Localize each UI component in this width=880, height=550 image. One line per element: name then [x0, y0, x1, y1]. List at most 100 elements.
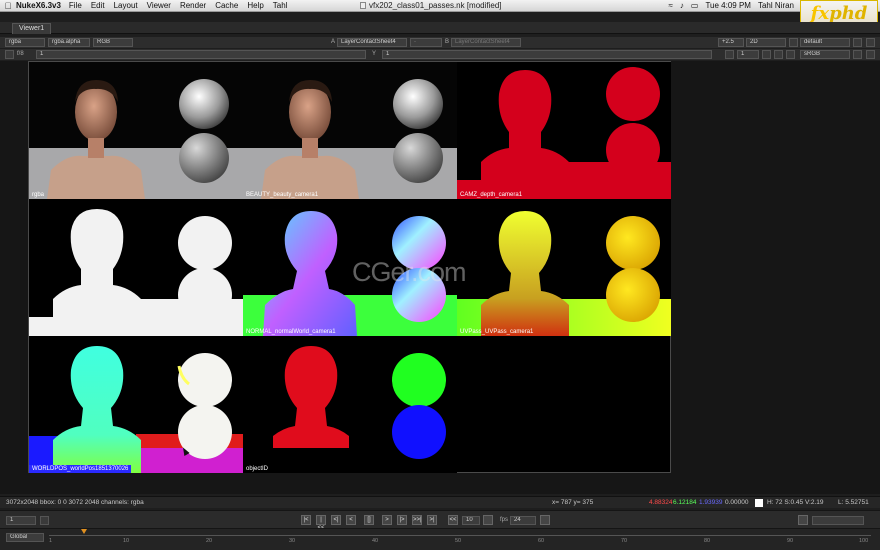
last-frame-button[interactable]: >|: [427, 515, 437, 525]
thumbnail-rgba: rgba: [29, 62, 243, 199]
thumbnail-caption: CAMZ_depth_camera1: [460, 192, 523, 198]
tab-viewer1[interactable]: Viewer1: [12, 23, 52, 34]
thumbnail-caption: rgba: [32, 192, 45, 198]
menu-edit[interactable]: Edit: [91, 1, 105, 10]
format-info: 3072x2048 bbox: 0 0 3072 2048 channels: …: [6, 499, 144, 506]
play-forward-button[interactable]: >: [382, 515, 392, 525]
timeline-scope-field[interactable]: [812, 516, 864, 525]
lock-icon[interactable]: [866, 50, 875, 59]
tick-label: 70: [621, 538, 628, 544]
settings-icon[interactable]: [866, 38, 875, 47]
input-a-dropdown[interactable]: LayerContactSheet4: [337, 38, 407, 47]
wifi-icon[interactable]: ≈: [669, 1, 673, 10]
blue-value: 1.93939: [699, 499, 723, 506]
lock-icon[interactable]: [40, 516, 49, 525]
hsv-value: H: 72 S:0.45 V:2.19: [767, 499, 824, 506]
menu-viewer[interactable]: Viewer: [147, 1, 171, 10]
timeline[interactable]: Global 1 10 20 30 40 50 60 70 80 90 100: [0, 528, 880, 550]
menu-bar:  NukeX6.3v3 File Edit Layout Viewer Ren…: [0, 0, 880, 12]
luminance-value: L: 5.52751: [838, 499, 869, 506]
thumbnail-uvpass: UVPass_UVPass_camera1: [457, 199, 671, 336]
play-backward-button[interactable]: <: [346, 515, 356, 525]
fps-field[interactable]: 24: [510, 516, 536, 525]
document-icon: [360, 2, 366, 9]
tick-label: 60: [538, 538, 545, 544]
viewer-canvas[interactable]: rgba BEAUTY_beauty_camera1 CAMZ_depth_ca…: [0, 61, 880, 494]
thumbnail-alpha: [29, 199, 243, 336]
viewer-tab-bar: Viewer1: [0, 22, 880, 34]
tick-label: 20: [206, 538, 213, 544]
first-frame-button[interactable]: |<: [301, 515, 311, 525]
playback-controls: 1 |< |<< <| < [] > |> >>| >| << 10 fps 2…: [0, 510, 880, 531]
colorspace-dropdown[interactable]: RGB: [93, 38, 133, 47]
monitor-icon[interactable]: [853, 50, 862, 59]
menu-tahl[interactable]: Tahl: [273, 1, 288, 10]
tick-label: 50: [455, 538, 462, 544]
thumbnail-caption: BEAUTY_beauty_camera1: [246, 192, 319, 198]
gamma-slider[interactable]: 1: [382, 50, 712, 59]
lut-dropdown[interactable]: default: [800, 38, 850, 47]
tick-label: 80: [704, 538, 711, 544]
green-value: 6.12184: [673, 499, 697, 506]
increment-field[interactable]: 10: [462, 516, 480, 525]
clock[interactable]: Tue 4:09 PM: [705, 1, 751, 10]
thumbnail-worldpos: WORLDPOS_worldPos1851370026: [29, 336, 243, 473]
menu-extras: ≈ ♪ ▭ Tue 4:09 PM Tahl Niran: [669, 1, 794, 10]
tick-label: 30: [289, 538, 296, 544]
timeline-range-dropdown[interactable]: Global: [6, 533, 44, 542]
prev-keyframe-button[interactable]: |<<: [316, 515, 326, 531]
thumbnail-depth: CAMZ_depth_camera1: [457, 62, 671, 199]
timeline-ruler[interactable]: 1 10 20 30 40 50 60 70 80 90 100: [49, 529, 871, 550]
proxy-icon[interactable]: [725, 50, 734, 59]
gain-slider[interactable]: 1: [36, 50, 366, 59]
crop-icon[interactable]: [786, 50, 795, 59]
thumbnail-caption: objectID: [246, 466, 269, 472]
frame-field[interactable]: 1: [6, 516, 36, 525]
next-frame-button[interactable]: |>: [397, 515, 407, 525]
apple-icon[interactable]: : [0, 1, 16, 11]
gamma-label: Y: [372, 51, 377, 57]
menu-cache[interactable]: Cache: [215, 1, 238, 10]
stop-button[interactable]: []: [364, 515, 374, 525]
loop-icon[interactable]: [540, 515, 550, 525]
viewer-toolbar-bottom: f/8 1 Y 1 1 sRGB: [0, 49, 880, 60]
fstop-label: f/8: [17, 51, 24, 57]
app-menu[interactable]: NukeX6.3v3: [16, 1, 61, 10]
playhead-icon[interactable]: [81, 529, 87, 534]
zoom-dropdown[interactable]: +2.5: [718, 38, 744, 47]
thumbnail-caption: NORMAL_normalWorld_camera1: [246, 329, 336, 335]
tick-label: 1: [49, 538, 53, 544]
timeline-track: [49, 535, 871, 536]
next-keyframe-button[interactable]: >>|: [412, 515, 422, 525]
input-b-dropdown[interactable]: LayerContactSheet4: [451, 38, 521, 47]
display-dropdown[interactable]: sRGB: [800, 50, 850, 59]
tick-label: 40: [372, 538, 379, 544]
menu-layout[interactable]: Layout: [114, 1, 138, 10]
battery-icon[interactable]: ▭: [691, 1, 699, 10]
roi-button[interactable]: [789, 38, 798, 47]
menu-file[interactable]: File: [69, 1, 82, 10]
alpha-channel-dropdown[interactable]: rgba.alpha: [48, 38, 90, 47]
channels-dropdown[interactable]: rgba: [5, 38, 45, 47]
flipbook-icon[interactable]: [798, 515, 808, 525]
view-mode-dropdown[interactable]: 2D: [746, 38, 786, 47]
window-title: vfx202_class01_passes.nk [modified]: [360, 1, 502, 10]
skip-back-button[interactable]: <<: [448, 515, 458, 525]
viewer-toolbar-top: rgba rgba.alpha RGB A LayerContactSheet4…: [0, 37, 880, 48]
skip-forward-icon[interactable]: [483, 515, 493, 525]
compare-mode-dropdown[interactable]: -: [410, 38, 442, 47]
proxy-dropdown[interactable]: 1: [737, 50, 759, 59]
exposure-toggle-icon[interactable]: [5, 50, 14, 59]
user-name[interactable]: Tahl Niran: [758, 1, 794, 10]
region-icon[interactable]: [762, 50, 771, 59]
thumbnail-caption: WORLDPOS_worldPos1851370026: [29, 465, 132, 473]
tick-label: 90: [787, 538, 794, 544]
menu-help[interactable]: Help: [247, 1, 263, 10]
volume-icon[interactable]: ♪: [680, 1, 684, 10]
wipe-icon[interactable]: [774, 50, 783, 59]
pause-icon[interactable]: [853, 38, 862, 47]
menu-render[interactable]: Render: [180, 1, 206, 10]
prev-frame-button[interactable]: <|: [331, 515, 341, 525]
window-title-text: vfx202_class01_passes.nk [modified]: [369, 1, 502, 10]
contact-sheet: rgba BEAUTY_beauty_camera1 CAMZ_depth_ca…: [28, 61, 671, 473]
